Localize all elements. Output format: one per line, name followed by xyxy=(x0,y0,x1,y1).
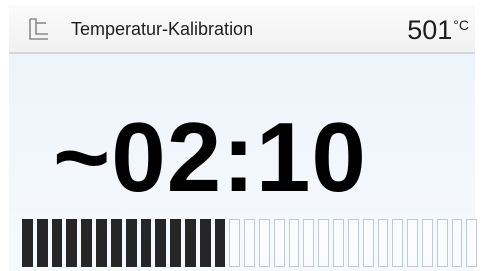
progress-segment-empty xyxy=(273,219,285,267)
progress-segment-filled xyxy=(36,219,48,267)
progress-segment-filled xyxy=(199,219,211,267)
progress-segment-filled xyxy=(214,219,226,267)
progress-segment-filled xyxy=(110,219,122,267)
progress-segment-empty xyxy=(259,219,270,267)
progress-segment-empty xyxy=(318,219,330,267)
temperature-value: 501 xyxy=(407,15,453,45)
progress-segment-filled xyxy=(22,219,33,267)
progress-segment-empty xyxy=(229,219,241,267)
main-panel: ~02:10 xyxy=(9,54,478,271)
progress-segment-empty xyxy=(303,219,315,267)
progress-segment-filled xyxy=(170,219,181,267)
progress-segment-filled xyxy=(140,219,152,267)
progress-segment-empty xyxy=(362,219,374,267)
progress-segment-empty xyxy=(436,219,448,267)
furnace-corner-icon xyxy=(27,17,49,41)
calibration-screen: Temperatur-Kalibration 501°C ~02:10 xyxy=(0,0,485,271)
temperature-readout: 501°C xyxy=(407,15,469,46)
progress-segment-empty xyxy=(288,219,300,267)
progress-segment-filled xyxy=(51,219,63,267)
progress-segment-empty xyxy=(421,219,433,267)
progress-segment-empty xyxy=(451,219,463,267)
progress-bar xyxy=(22,219,478,267)
progress-segment-empty xyxy=(392,219,404,267)
progress-segment-filled xyxy=(155,219,167,267)
progress-segment-filled xyxy=(96,219,107,267)
progress-segment-filled xyxy=(184,219,196,267)
progress-segment-empty xyxy=(466,219,478,267)
remaining-time: ~02:10 xyxy=(53,102,367,212)
header-bar: Temperatur-Kalibration 501°C xyxy=(9,5,475,54)
progress-segment-empty xyxy=(407,219,418,267)
progress-segment-filled xyxy=(66,219,78,267)
progress-segment-empty xyxy=(347,219,359,267)
progress-segment-empty xyxy=(377,219,389,267)
temperature-unit: °C xyxy=(453,17,469,33)
progress-segment-filled xyxy=(125,219,137,267)
progress-segment-empty xyxy=(244,219,255,267)
progress-segment-filled xyxy=(81,219,93,267)
progress-segment-empty xyxy=(333,219,344,267)
page-title: Temperatur-Kalibration xyxy=(71,19,254,39)
